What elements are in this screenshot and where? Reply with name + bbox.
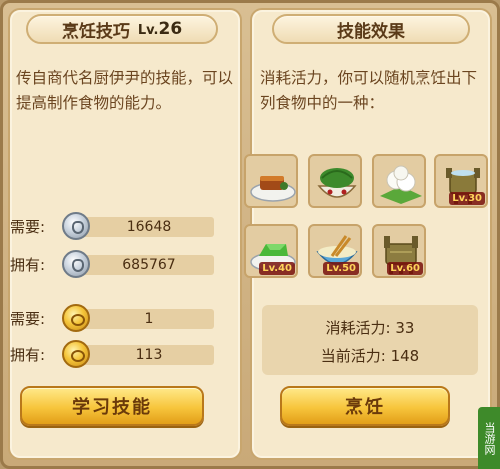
vitality-current-value: 148: [390, 347, 420, 365]
gold-coin-icon: [62, 340, 90, 368]
cook-button[interactable]: 烹饪: [280, 386, 450, 426]
row-value: 1: [70, 309, 214, 329]
skill-title-header: 烹饪技巧 Lv.26: [26, 14, 218, 44]
skill-level: Lv.26: [137, 19, 183, 39]
effect-description: 消耗活力，你可以随机烹饪出下列食物中的一种：: [260, 69, 478, 112]
food-slot-bronze-ding[interactable]: Lv.60: [372, 224, 426, 278]
vitality-stats-box: 消耗活力: 33 当前活力: 148: [262, 305, 478, 375]
row-value: 685767: [70, 255, 214, 275]
effect-title: 技能效果: [337, 21, 405, 42]
food-slot-braised-meat[interactable]: [244, 154, 298, 208]
food-slot-steamed-bun[interactable]: [372, 154, 426, 208]
food-slot-porridge[interactable]: Lv.50: [308, 224, 362, 278]
row-label: 拥有:: [10, 346, 46, 364]
required-silver-row: 需要: 16648: [10, 212, 214, 240]
site-watermark: 当游网: [478, 407, 500, 469]
food-slot-green-jelly[interactable]: Lv.40: [244, 224, 298, 278]
owned-gold-row: 拥有: 113: [10, 340, 214, 368]
owned-silver-row: 拥有: 685767: [10, 250, 214, 278]
effect-title-header: 技能效果: [272, 14, 470, 44]
learn-skill-button[interactable]: 学习技能: [20, 386, 204, 426]
row-value: 113: [70, 345, 214, 365]
level-requirement-tag: Lv.50: [323, 262, 359, 275]
vitality-cost-value: 33: [395, 319, 415, 337]
food-slot-bronze-cauldron[interactable]: Lv.30: [434, 154, 488, 208]
silver-coin-icon: [62, 212, 90, 240]
level-requirement-tag: Lv.30: [449, 192, 485, 205]
required-gold-row: 需要: 1: [10, 304, 214, 332]
vitality-cost: 消耗活力: 33: [262, 317, 478, 338]
silver-coin-icon: [62, 250, 90, 278]
level-requirement-tag: Lv.60: [387, 262, 423, 275]
level-requirement-tag: Lv.40: [259, 262, 295, 275]
rice-dumpling-bowl-icon: [317, 168, 357, 198]
food-slot-rice-dumpling[interactable]: [308, 154, 362, 208]
vitality-cost-label: 消耗活力:: [325, 319, 391, 337]
skill-description: 传自商代名厨伊尹的技能，可以提高制作食物的能力。: [16, 69, 234, 112]
gold-coin-icon: [62, 304, 90, 332]
vitality-current-label: 当前活力:: [320, 347, 386, 365]
row-label: 需要:: [10, 218, 46, 236]
row-label: 拥有:: [10, 256, 46, 274]
row-label: 需要:: [10, 310, 46, 328]
row-value: 16648: [70, 217, 214, 237]
braised-meat-icon: [250, 176, 296, 202]
steamed-bun-leaf-icon: [380, 165, 422, 204]
vitality-current: 当前活力: 148: [262, 345, 478, 366]
skill-title: 烹饪技巧: [61, 21, 130, 42]
